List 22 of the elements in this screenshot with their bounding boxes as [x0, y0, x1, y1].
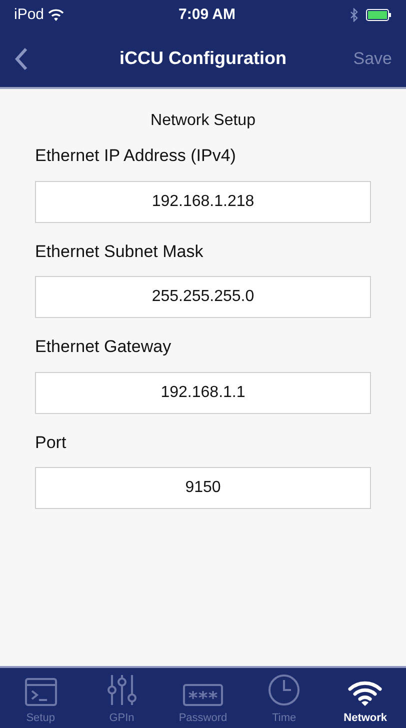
- password-icon: [182, 684, 223, 706]
- input-field[interactable]: 192.168.1.1: [35, 372, 371, 414]
- input-field[interactable]: 255.255.255.0: [35, 276, 371, 318]
- field-label: Ethernet Subnet Mask: [35, 240, 204, 262]
- bluetooth-icon: [350, 8, 358, 22]
- field-label: Port: [35, 432, 68, 454]
- status-time: 7:09 AM: [178, 4, 236, 25]
- carrier-label: iPod: [14, 4, 44, 25]
- battery-icon: [366, 9, 392, 21]
- section-title: Network Setup: [150, 111, 256, 131]
- sliders-icon: [106, 674, 137, 706]
- clock-icon: [268, 674, 300, 706]
- tab-item[interactable]: Network: [327, 680, 404, 726]
- field-label: Ethernet IP Address (IPv4): [35, 145, 237, 167]
- chevron-left-icon: [14, 46, 28, 70]
- wifi-icon: [348, 680, 382, 706]
- input-field[interactable]: 9150: [35, 467, 371, 509]
- screen-title: iCCU Configuration: [120, 47, 286, 70]
- field-label: Ethernet Gateway: [35, 336, 172, 358]
- wifi-signal-icon: [48, 9, 64, 21]
- terminal-icon: [24, 678, 57, 706]
- input-field[interactable]: 192.168.1.218: [35, 180, 371, 222]
